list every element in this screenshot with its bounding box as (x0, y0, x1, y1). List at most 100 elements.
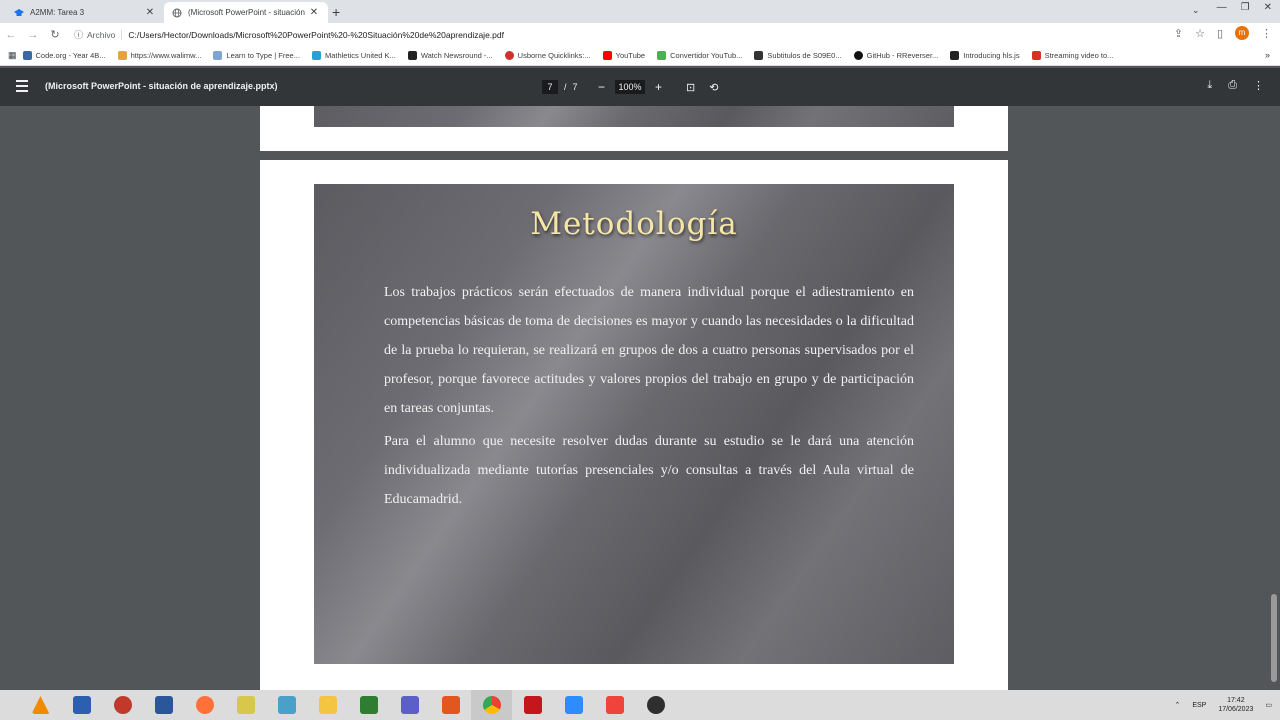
file-explorer-icon (318, 696, 337, 714)
rotate-icon[interactable]: ⟲ (709, 81, 718, 94)
acrobat-icon (523, 696, 542, 714)
url-scheme: Archivo (87, 29, 123, 40)
bookmarks-overflow-button[interactable]: » (1265, 50, 1270, 60)
bookmark-item[interactable]: Streaming video to... (1031, 51, 1113, 60)
new-tab-button[interactable]: + (332, 4, 340, 20)
bookmark-favicon-icon (754, 51, 764, 60)
office-icon (441, 696, 460, 714)
taskbar-app-explorer[interactable] (307, 690, 348, 720)
clock[interactable]: 17:42 17/06/2023 (1218, 696, 1253, 714)
hamburger-menu-icon[interactable] (16, 80, 28, 92)
bookmark-item[interactable]: Code.org - Year 4B... (22, 51, 106, 60)
bookmark-favicon-icon (407, 51, 417, 60)
slide-current: Metodología Los trabajos prácticos serán… (314, 184, 954, 664)
share-icon[interactable]: ⇪ (1174, 27, 1183, 40)
taskbar: ⌃ ESP 17:42 17/06/2023 ▭ (0, 690, 1280, 720)
notebook-icon (277, 696, 296, 714)
document-title: (Microsoft PowerPoint - situación de apr… (45, 81, 278, 91)
taskbar-app-obs[interactable] (635, 690, 676, 720)
taskbar-app-acrobat[interactable] (512, 690, 553, 720)
taskbar-app-spreadsheet[interactable] (348, 690, 389, 720)
profile-avatar[interactable]: m (1235, 26, 1249, 40)
forward-icon[interactable]: → (22, 29, 44, 41)
taskbar-app-snipping[interactable] (102, 690, 143, 720)
browser-toolbar: ← → ↻ ⓘ Archivo C:/Users/Hector/Download… (0, 23, 1280, 46)
bookmark-item[interactable]: Subtitulos de S09E0... (754, 51, 842, 60)
bookmark-item[interactable]: Mathletics United K... (311, 51, 396, 60)
minimize-icon[interactable]: — (1217, 2, 1227, 13)
spreadsheet-icon (359, 696, 378, 714)
tab-strip: A2MM: Tarea 3 ✕ (Microsoft PowerPoint - … (0, 0, 1280, 23)
youtube-icon (602, 51, 612, 60)
print-icon[interactable]: ⎙ (1228, 79, 1237, 92)
taskbar-app-teams[interactable] (389, 690, 430, 720)
browser-menu-icon[interactable]: ⋮ (1261, 27, 1272, 40)
zoom-in-button[interactable]: + (655, 80, 662, 94)
snipping-tool-icon (113, 696, 132, 714)
slide-paragraph: Los trabajos prácticos serán efectuados … (384, 285, 914, 416)
more-options-icon[interactable]: ⋮ (1253, 79, 1264, 92)
system-tray: ⌃ ESP 17:42 17/06/2023 ▭ (1174, 690, 1272, 720)
taskbar-app-computer[interactable] (61, 690, 102, 720)
pdf-viewer[interactable]: Metodología Los trabajos prácticos serán… (0, 106, 1280, 690)
apps-grid-icon[interactable]: ▦ (8, 50, 17, 61)
taskbar-app-anydesk[interactable] (594, 690, 635, 720)
viewer-scrollbar[interactable] (1270, 106, 1278, 690)
bookmark-item[interactable]: Watch Newsround -... (407, 51, 493, 60)
zoom-level-input[interactable]: 100% (615, 80, 646, 94)
taskbar-app-office[interactable] (430, 690, 471, 720)
side-panel-icon[interactable]: ▯ (1217, 27, 1223, 40)
tab-pdf[interactable]: (Microsoft PowerPoint - situación ✕ (164, 2, 328, 23)
scrollbar-thumb[interactable] (1271, 594, 1277, 682)
taskbar-app-chrome[interactable] (471, 690, 512, 720)
zoom-out-button[interactable]: − (598, 80, 605, 94)
word-icon (154, 696, 173, 714)
bookmark-item[interactable]: Introducing hls.js (950, 51, 1020, 60)
tab-search-chevron-icon[interactable]: ⌄ (1192, 5, 1200, 16)
anydesk-icon (605, 696, 624, 714)
url-text[interactable]: C:/Users/Hector/Downloads/Microsoft%20Po… (128, 30, 504, 40)
pdf-toolbar: (Microsoft PowerPoint - situación de apr… (0, 68, 1280, 106)
bookmark-item[interactable]: Convertidor YouTub... (657, 51, 742, 60)
bookmark-star-icon[interactable]: ☆ (1195, 27, 1205, 40)
pdf-actions: ⤓ ⎙ ⋮ (1207, 79, 1264, 92)
tab-tarea[interactable]: A2MM: Tarea 3 ✕ (6, 2, 164, 23)
vlc-icon (31, 696, 50, 714)
taskbar-app-notebook[interactable] (266, 690, 307, 720)
slide-paragraph: Para el alumno que necesite resolver dud… (384, 434, 914, 507)
bookmark-favicon-icon (117, 51, 127, 60)
bookmark-favicon-icon (657, 51, 667, 60)
address-bar[interactable]: ⓘ Archivo C:/Users/Hector/Downloads/Micr… (74, 25, 1164, 44)
taskbar-app-word[interactable] (143, 690, 184, 720)
bookmark-item[interactable]: Usborne Quicklinks:... (504, 51, 591, 60)
tab-close-icon[interactable]: ✕ (144, 7, 156, 18)
taskbar-app-zoom[interactable] (553, 690, 594, 720)
taskbar-app-vlc[interactable] (20, 690, 61, 720)
close-window-icon[interactable]: ✕ (1264, 2, 1272, 13)
fit-page-icon[interactable]: ⊡ (686, 81, 695, 94)
info-icon[interactable]: ⓘ (74, 28, 83, 41)
restore-icon[interactable]: ❐ (1241, 2, 1250, 13)
bookmark-item[interactable]: GitHub - RReverser... (853, 51, 938, 60)
tab-close-icon[interactable]: ✕ (308, 7, 320, 18)
back-icon[interactable]: ← (0, 29, 22, 41)
chrome-icon (482, 696, 501, 714)
download-icon[interactable]: ⤓ (1207, 79, 1212, 92)
taskbar-app-firefox[interactable] (184, 690, 225, 720)
tray-expand-icon[interactable]: ⌃ (1174, 701, 1180, 709)
reload-icon[interactable]: ↻ (44, 28, 66, 41)
bookmark-item[interactable]: https://www.walimw... (117, 51, 201, 60)
language-indicator[interactable]: ESP (1192, 702, 1206, 709)
github-icon (853, 51, 863, 60)
bookmark-favicon-icon (1031, 51, 1041, 60)
graduation-cap-icon (14, 8, 24, 18)
bookmark-favicon-icon (311, 51, 321, 60)
notes-icon (236, 696, 255, 714)
bookmark-item[interactable]: Learn to Type | Free... (213, 51, 300, 60)
taskbar-app-notes[interactable] (225, 690, 266, 720)
bookmark-favicon-icon (213, 51, 223, 60)
page-number-input[interactable]: 7 (542, 80, 558, 94)
tab-label: (Microsoft PowerPoint - situación (188, 8, 305, 17)
bookmark-item[interactable]: YouTube (602, 51, 645, 60)
notifications-icon[interactable]: ▭ (1265, 701, 1272, 709)
